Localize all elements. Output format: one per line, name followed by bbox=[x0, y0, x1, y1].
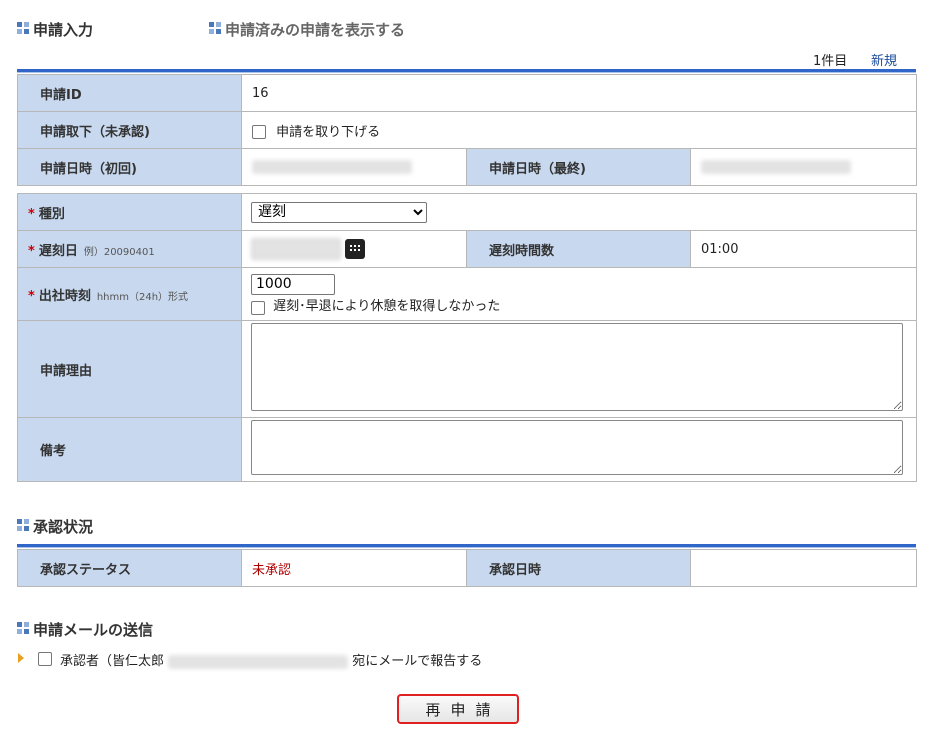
arrival-time-input[interactable] bbox=[251, 273, 335, 295]
tab-show-submitted[interactable]: 申請済みの申請を表示する bbox=[225, 19, 405, 40]
approval-date-value bbox=[690, 549, 917, 587]
type-label: * 種別 bbox=[17, 193, 242, 231]
late-date-input[interactable] bbox=[251, 238, 341, 260]
grid-icon bbox=[209, 22, 221, 34]
reapply-button[interactable]: 再申請 bbox=[397, 694, 519, 724]
request-info-table: 申請ID 16 申請取下（未承認) 申請を取り下げる 申請日時（初回) 申請日時… bbox=[17, 74, 918, 186]
approval-top-bar bbox=[17, 544, 916, 548]
last-date-label: 申請日時（最終) bbox=[466, 148, 691, 186]
note-cell bbox=[241, 417, 917, 482]
withdraw-label: 申請取下（未承認) bbox=[17, 111, 242, 149]
tab-apply-input[interactable]: 申請入力 bbox=[33, 19, 93, 40]
grid-icon bbox=[17, 622, 29, 634]
section-top-bar bbox=[17, 69, 916, 73]
withdraw-checkbox-label[interactable]: 申請を取り下げる bbox=[276, 125, 380, 140]
mail-section-title: 申請メールの送信 bbox=[33, 621, 154, 639]
last-date-value bbox=[689, 148, 918, 186]
approval-status-label: 承認ステータス bbox=[17, 549, 242, 587]
note-label: 備考 bbox=[17, 417, 242, 482]
record-count: 1件目 bbox=[813, 54, 848, 69]
request-id-value: 16 bbox=[240, 74, 918, 112]
first-date-value bbox=[241, 148, 467, 186]
approval-section-title: 承認状況 bbox=[33, 518, 94, 536]
first-date-label: 申請日時（初回) bbox=[17, 148, 242, 186]
required-mark: * bbox=[28, 206, 35, 222]
approval-date-label: 承認日時 bbox=[466, 549, 691, 587]
calendar-icon[interactable] bbox=[345, 239, 366, 259]
grid-icon bbox=[17, 519, 29, 531]
redacted-email bbox=[168, 654, 349, 669]
reason-textarea[interactable] bbox=[251, 323, 903, 411]
late-hours-value: 01:00 bbox=[690, 230, 917, 268]
note-textarea[interactable] bbox=[251, 420, 903, 475]
arrival-hint: hhmm（24h）形式 bbox=[96, 291, 189, 303]
arrival-label: * 出社時刻 hhmm（24h）形式 bbox=[17, 267, 242, 321]
no-break-checkbox[interactable] bbox=[251, 300, 265, 315]
required-mark: * bbox=[28, 243, 35, 259]
reason-cell bbox=[241, 320, 917, 418]
required-mark: * bbox=[28, 288, 35, 304]
late-hours-label: 遅刻時間数 bbox=[466, 230, 691, 268]
mail-approver-label[interactable]: 承認者（皆仁太郎 bbox=[60, 654, 164, 669]
mail-suffix: 宛にメールで報告する bbox=[352, 654, 483, 669]
approval-status-value: 未承認 bbox=[241, 549, 467, 587]
type-select[interactable]: 遅刻 bbox=[251, 201, 427, 223]
withdraw-cell: 申請を取り下げる bbox=[240, 111, 918, 149]
request-detail-table: * 種別 遅刻 * 遅刻日 例）20090401 遅刻時間数 01:00 * 出社時刻 h… bbox=[17, 193, 917, 482]
grid-icon bbox=[17, 22, 29, 34]
approval-table: 承認ステータス 未承認 承認日時 bbox=[17, 549, 917, 587]
mail-approver-checkbox[interactable] bbox=[38, 652, 52, 666]
bullet-arrow-icon bbox=[18, 653, 24, 663]
new-link[interactable]: 新規 bbox=[871, 50, 897, 69]
arrival-cell: 遅刻･早退により休憩を取得しなかった bbox=[241, 267, 917, 321]
mail-approver-row: 承認者（皆仁太郎 宛にメールで報告する bbox=[60, 650, 482, 669]
late-date-cell bbox=[241, 230, 467, 268]
type-cell: 遅刻 bbox=[241, 193, 917, 231]
request-id-label: 申請ID bbox=[17, 74, 242, 112]
late-date-hint: 例）20090401 bbox=[83, 246, 155, 258]
redacted-value bbox=[701, 160, 851, 174]
reason-label: 申請理由 bbox=[17, 320, 242, 418]
no-break-checkbox-label[interactable]: 遅刻･早退により休憩を取得しなかった bbox=[273, 299, 500, 314]
withdraw-checkbox[interactable] bbox=[252, 125, 266, 139]
redacted-value bbox=[252, 160, 412, 174]
late-date-label: * 遅刻日 例）20090401 bbox=[17, 230, 242, 268]
